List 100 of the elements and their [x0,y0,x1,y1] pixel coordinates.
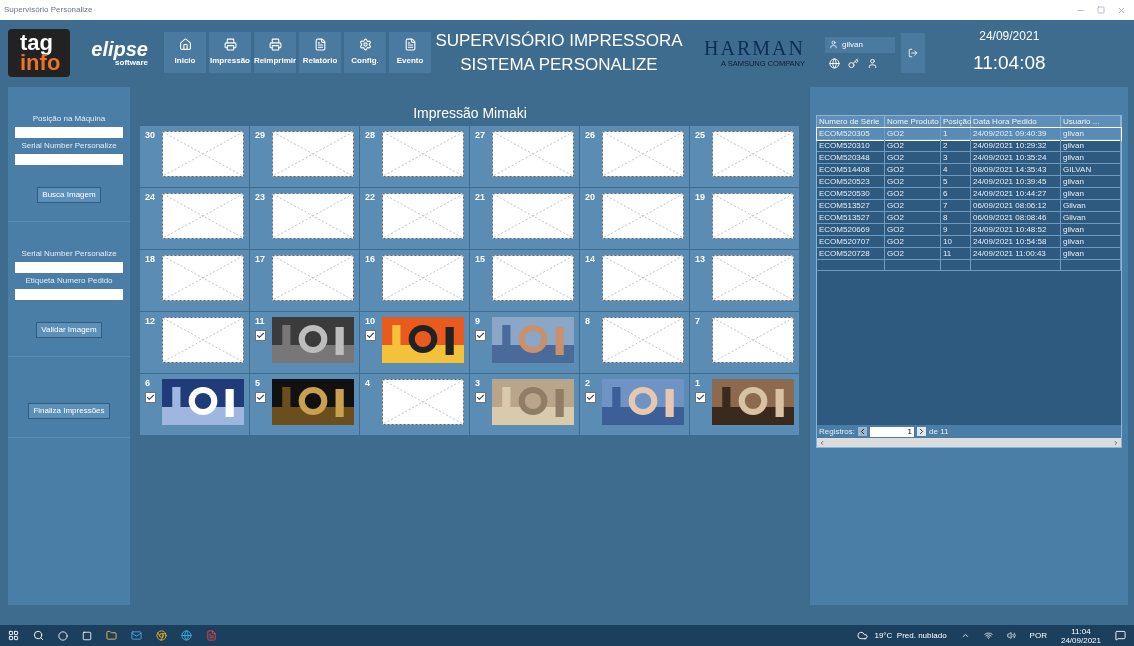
checkbox[interactable] [475,330,486,341]
position-number: 28 [365,131,376,140]
checkbox[interactable] [695,392,706,403]
language[interactable]: POR [1029,629,1047,642]
nav-button[interactable]: Impressão [209,32,251,73]
broken-image-icon [382,255,464,301]
field-label: Posição na Máquina [32,113,106,125]
position-number: 9 [475,317,481,326]
checkbox[interactable] [365,330,376,341]
table-row[interactable]: ECOM520305 GO2 1 24/09/2021 09:40:39 gilvan [817,128,1121,140]
brand-subtitle: software [115,58,148,67]
taskbar-time: 11:04 [1071,626,1091,636]
table-row[interactable]: ECOM520707 GO2 10 24/09/2021 10:54:58 gilvan [817,236,1121,248]
broken-image-icon [272,255,354,301]
clock: 11:04:08 [973,51,1046,76]
pager-label: Registros: [819,425,855,438]
previous-icon[interactable] [858,427,867,436]
position-number: 5 [255,379,261,388]
volume-icon[interactable] [1006,631,1016,640]
checkbox[interactable] [255,330,266,341]
nav-button[interactable]: Evento [389,32,431,73]
text-field[interactable] [15,154,123,165]
table-cell: 4 [941,164,971,175]
position-number: 26 [585,131,596,140]
table-row[interactable]: ECOM520523 GO2 5 24/09/2021 10:39:45 gilvan [817,176,1121,188]
search-icon[interactable] [33,630,44,641]
table-cell: 24/09/2021 11:00:43 [971,248,1061,259]
nav-button[interactable]: Inicio [164,32,206,73]
table-cell: ECOM520305 [817,128,885,139]
checkbox[interactable] [145,392,156,403]
table-row[interactable]: ECOM520310 GO2 2 24/09/2021 10:29:32 gilvan [817,140,1121,152]
position-number: 4 [365,379,371,388]
network-icon[interactable] [983,631,993,640]
table-row[interactable]: ECOM520669 GO2 9 24/09/2021 10:48:52 gilvan [817,224,1121,236]
table-cell: gilvan [1061,140,1121,151]
table-cell: gilvan [1061,176,1121,187]
logout-button[interactable] [901,32,925,73]
action-button[interactable]: Validar Imagem [36,322,102,338]
window-icon[interactable] [82,630,92,641]
table-row[interactable]: ECOM513527 GO2 7 06/09/2021 08:06:12 Gilvan [817,200,1121,212]
table-row[interactable]: ECOM520728 GO2 11 24/09/2021 11:00:43 gilvan [817,248,1121,260]
table-cell: GO2 [885,188,941,199]
position-number: 20 [585,193,596,202]
action-button[interactable]: Busca Imagem [37,187,101,203]
start-icon[interactable] [8,630,19,641]
text-field[interactable] [15,289,123,300]
table-cell: 7 [941,200,971,211]
table-cell: 06/09/2021 08:08:46 [971,212,1061,223]
table-cell: 2 [941,140,971,151]
table-cell: ECOM520707 [817,236,885,247]
checkbox[interactable] [255,392,266,403]
table-cell: 11 [941,248,971,259]
broken-image-icon [492,255,574,301]
broken-image-icon [272,193,354,239]
logo-text: tag [20,32,53,53]
action-button[interactable]: Finaliza Impressões [28,403,110,419]
notification-icon[interactable] [1115,630,1126,641]
folder-icon[interactable] [106,630,117,641]
checkbox[interactable] [585,392,596,403]
table-row[interactable]: ECOM513527 GO2 8 06/09/2021 08:08:46 Gilvan [817,212,1121,224]
next-icon[interactable] [917,427,926,436]
nav-button[interactable]: Relatório [299,32,341,73]
table-cell: 24/09/2021 09:40:39 [971,128,1061,139]
table-row[interactable]: ECOM520530 GO2 6 24/09/2021 10:44:27 gilvan [817,188,1121,200]
scroll-left-icon[interactable] [819,439,825,446]
position-number: 2 [585,379,591,388]
table-cell: Gilvan [1061,200,1121,211]
record-field[interactable]: 1 [870,426,914,437]
table-cell: 24/09/2021 10:39:45 [971,176,1061,187]
grid-title: Impressão Mimaki [412,104,528,123]
chevron-up-icon[interactable] [960,631,970,640]
table-cell: GO2 [885,212,941,223]
position-number: 16 [365,255,376,264]
table-cell: 06/09/2021 08:06:12 [971,200,1061,211]
nav-button[interactable]: Reimprimir [254,32,296,73]
key-icon[interactable] [848,57,859,69]
table-row[interactable]: ECOM520348 GO2 3 24/09/2021 10:35:24 gilvan [817,152,1121,164]
table-cell: 24/09/2021 10:44:27 [971,188,1061,199]
partner-name: HARMAN [704,37,805,58]
circle-icon[interactable] [58,630,68,641]
pager-total: de 11 [929,425,949,438]
broken-image-icon [382,193,464,239]
table-row[interactable]: ECOM514408 GO2 4 08/09/2021 14:35:43 GILVAN [817,164,1121,176]
browser-icon[interactable] [156,630,167,641]
mail-icon[interactable] [131,630,142,641]
table-cell: 08/09/2021 14:35:43 [971,164,1061,175]
checkbox[interactable] [475,392,486,403]
horizontal-scrollbar[interactable] [817,438,1121,447]
table-cell: gilvan [1061,224,1121,235]
text-field[interactable] [15,127,123,138]
broken-image-icon [162,193,244,239]
field-label: Etiqueta Numero Pedido [25,275,113,287]
table-cell: GO2 [885,152,941,163]
globe-icon[interactable] [181,630,192,641]
text-field[interactable] [15,262,123,273]
scroll-right-icon[interactable] [1113,439,1119,446]
position-number: 30 [145,131,156,140]
user-icon[interactable] [867,57,878,69]
table-cell: GILVAN [1061,164,1121,175]
nav-button[interactable]: Config. [344,32,386,73]
